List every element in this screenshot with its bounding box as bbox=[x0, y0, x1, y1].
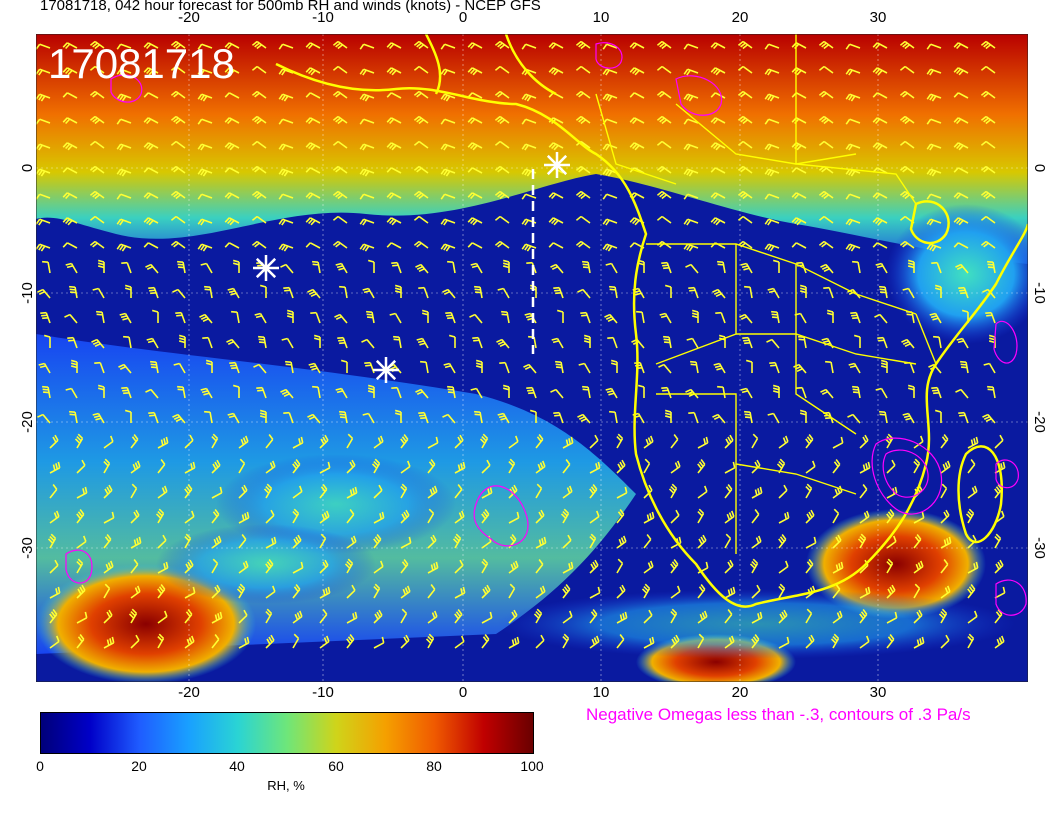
lon-tick-top-4: 10 bbox=[592, 9, 610, 26]
rh-colorbar bbox=[40, 712, 534, 754]
colorbar-tick-0: 0 bbox=[36, 758, 44, 774]
colorbar-label: RH, % bbox=[267, 778, 305, 793]
lon-tick-top-5: 20 bbox=[731, 9, 749, 26]
lon-tick-bottom-6: 30 bbox=[869, 684, 887, 701]
colorbar-tick-20: 20 bbox=[131, 758, 147, 774]
lon-tick-bottom-2: -10 bbox=[312, 684, 334, 701]
lat-tick-left-3: -20 bbox=[19, 411, 36, 433]
white-asterisk-3 bbox=[373, 357, 399, 383]
lat-tick-left-1: 0 bbox=[19, 163, 36, 173]
lon-tick-bottom-5: 20 bbox=[731, 684, 749, 701]
lon-tick-bottom-3: 0 bbox=[458, 684, 468, 701]
colorbar-tick-60: 60 bbox=[328, 758, 344, 774]
white-asterisk-2 bbox=[253, 255, 279, 281]
lat-tick-right-1: 0 bbox=[1031, 163, 1048, 173]
white-asterisk-1 bbox=[544, 152, 570, 178]
lat-tick-right-4: -30 bbox=[1031, 537, 1048, 559]
lon-tick-bottom-4: 10 bbox=[592, 684, 610, 701]
lat-tick-left-4: -30 bbox=[19, 537, 36, 559]
lat-tick-right-2: -10 bbox=[1031, 282, 1048, 304]
lon-tick-top-1: -20 bbox=[178, 9, 200, 26]
rh-wind-map bbox=[36, 34, 1028, 682]
colorbar-tick-100: 100 bbox=[520, 758, 544, 774]
colorbar-tick-40: 40 bbox=[229, 758, 245, 774]
lon-tick-top-6: 30 bbox=[869, 9, 887, 26]
lon-tick-top-2: -10 bbox=[312, 9, 334, 26]
lat-tick-right-3: -20 bbox=[1031, 411, 1048, 433]
lon-tick-bottom-1: -20 bbox=[178, 684, 200, 701]
lat-tick-left-2: -10 bbox=[19, 282, 36, 304]
lon-tick-top-3: 0 bbox=[458, 9, 468, 26]
colorbar-tick-80: 80 bbox=[426, 758, 442, 774]
omega-legend-note: Negative Omegas less than -.3, contours … bbox=[586, 705, 971, 724]
date-stamp: 17081718 bbox=[48, 40, 235, 87]
rh-patch-south-cyan bbox=[496, 589, 1016, 659]
